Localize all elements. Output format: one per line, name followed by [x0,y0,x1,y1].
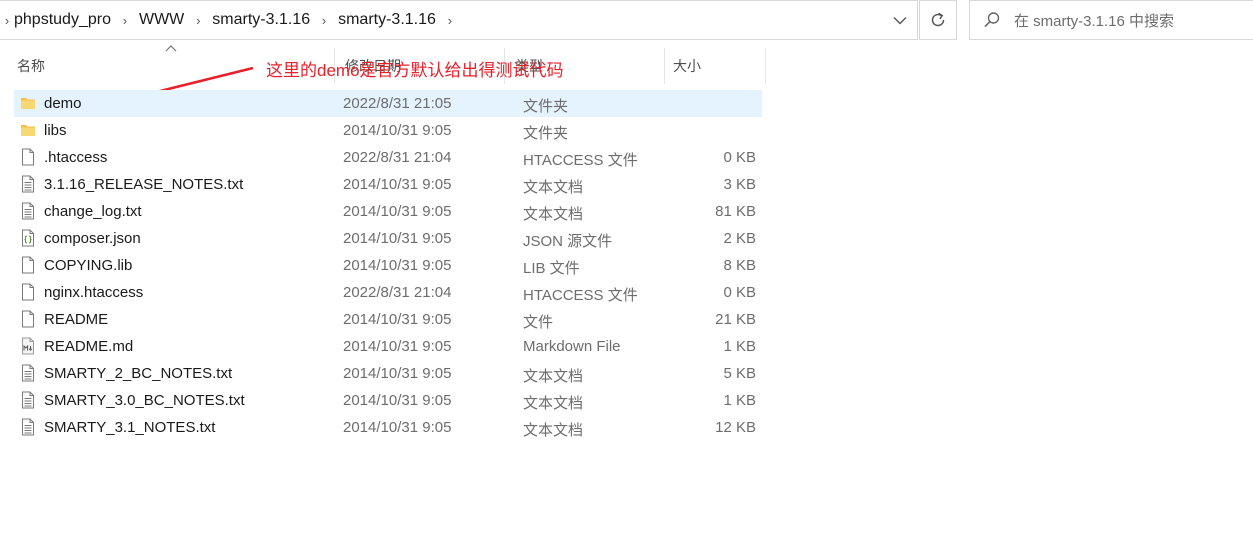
file-date: 2014/10/31 9:05 [343,365,452,382]
file-name: demo [44,95,82,112]
file-size: 21 KB [715,311,756,328]
file-date: 2014/10/31 9:05 [343,122,452,139]
chevron-right-icon[interactable]: › [184,13,212,28]
file-name: 3.1.16_RELEASE_NOTES.txt [44,176,244,193]
file-type: HTACCESS 文件 [523,152,638,169]
file-type: 文本文档 [523,179,584,196]
column-header-size[interactable]: 大小 [664,48,766,84]
breadcrumb-item[interactable]: WWW [139,11,184,29]
file-name: libs [44,122,67,139]
folder-icon [20,121,36,139]
file-date: 2014/10/31 9:05 [343,257,452,274]
breadcrumb-item[interactable]: smarty-3.1.16 [338,11,436,29]
file-size: 81 KB [715,203,756,220]
file-size: 5 KB [723,365,756,382]
file-icon [20,148,36,166]
file-row[interactable]: demo 2022/8/31 21:05 文件夹 [14,90,762,117]
file-type: LIB 文件 [523,260,580,277]
file-size: 1 KB [723,392,756,409]
chevron-right-icon[interactable]: › [0,13,14,28]
file-type: Markdown File [523,338,621,355]
file-size: 12 KB [715,419,756,436]
text-file-icon [20,364,36,382]
file-size: 3 KB [723,176,756,193]
file-type: JSON 源文件 [523,233,613,250]
file-size: 0 KB [723,284,756,301]
chevron-right-icon[interactable]: › [436,13,464,28]
file-date: 2014/10/31 9:05 [343,176,452,193]
file-row[interactable]: libs 2014/10/31 9:05 文件夹 [14,117,762,144]
file-icon [20,256,36,274]
file-size: 0 KB [723,149,756,166]
file-name: README [44,311,109,328]
file-name: nginx.htaccess [44,284,144,301]
text-file-icon [20,175,36,193]
search-icon [970,11,1014,29]
file-type: 文本文档 [523,206,584,223]
text-file-icon [20,418,36,436]
file-name: composer.json [44,230,141,247]
file-list: demo 2022/8/31 21:05 文件夹 libs 2014/10/31 9:0… [14,90,762,441]
file-icon [20,283,36,301]
markdown-file-icon [20,337,36,355]
file-row[interactable]: SMARTY_2_BC_NOTES.txt 2014/10/31 9:05 文本文档… [14,360,762,387]
file-row[interactable]: SMARTY_3.0_BC_NOTES.txt 2014/10/31 9:05 文本… [14,387,762,414]
address-dropdown-button[interactable] [883,1,917,39]
file-type: 文件夹 [523,98,569,115]
file-row[interactable]: README.md 2014/10/31 9:05 Markdown File 1 K… [14,333,762,360]
file-type: 文本文档 [523,395,584,412]
annotation-text: 这里的demo是官方默认给出得测试代码 [266,61,564,80]
column-headers: 名称 修改日期 类型 大小 [0,48,1253,84]
file-date: 2014/10/31 9:05 [343,338,452,355]
file-type: 文本文档 [523,422,584,439]
file-date: 2014/10/31 9:05 [343,230,452,247]
file-date: 2022/8/31 21:04 [343,149,452,166]
file-type: 文件 [523,314,554,331]
file-size: 8 KB [723,257,756,274]
file-date: 2014/10/31 9:05 [343,311,452,328]
refresh-button[interactable] [919,0,957,40]
file-row[interactable]: .htaccess 2022/8/31 21:04 HTACCESS 文件 0 KB [14,144,762,171]
file-date: 2022/8/31 21:04 [343,284,452,301]
chevron-down-icon [893,16,907,24]
file-date: 2022/8/31 21:05 [343,95,452,112]
file-name: README.md [44,338,134,355]
file-type: 文件夹 [523,125,569,142]
file-row[interactable]: nginx.htaccess 2022/8/31 21:04 HTACCESS 文件… [14,279,762,306]
address-bar[interactable]: › phpstudy_pro › WWW › smarty-3.1.16 › s… [0,0,918,40]
file-name: COPYING.lib [44,257,133,274]
folder-icon [20,94,36,112]
search-input[interactable]: 在 smarty-3.1.16 中搜索 [1014,10,1174,31]
text-file-icon [20,391,36,409]
file-name: SMARTY_3.1_NOTES.txt [44,419,216,436]
file-date: 2014/10/31 9:05 [343,203,452,220]
file-row[interactable]: COPYING.lib 2014/10/31 9:05 LIB 文件 8 KB [14,252,762,279]
file-icon [20,310,36,328]
chevron-right-icon[interactable]: › [111,13,139,28]
file-row[interactable]: change_log.txt 2014/10/31 9:05 文本文档 81 KB [14,198,762,225]
file-name: SMARTY_3.0_BC_NOTES.txt [44,392,245,409]
file-row[interactable]: composer.json 2014/10/31 9:05 JSON 源文件 2 KB [14,225,762,252]
json-file-icon [20,229,36,247]
file-type: HTACCESS 文件 [523,287,638,304]
file-type: 文本文档 [523,368,584,385]
chevron-right-icon[interactable]: › [310,13,338,28]
refresh-icon [931,12,945,27]
file-name: .htaccess [44,149,108,166]
breadcrumb-item[interactable]: smarty-3.1.16 [212,11,310,29]
file-name: change_log.txt [44,203,142,220]
file-row[interactable]: 3.1.16_RELEASE_NOTES.txt 2014/10/31 9:05 文… [14,171,762,198]
file-size: 2 KB [723,230,756,247]
breadcrumb-item[interactable]: phpstudy_pro [14,11,111,29]
search-box[interactable]: 在 smarty-3.1.16 中搜索 [969,0,1253,40]
file-name: SMARTY_2_BC_NOTES.txt [44,365,233,382]
file-size: 1 KB [723,338,756,355]
file-row[interactable]: SMARTY_3.1_NOTES.txt 2014/10/31 9:05 文本文档 1… [14,414,762,441]
toolbar: › phpstudy_pro › WWW › smarty-3.1.16 › s… [0,0,1253,42]
file-row[interactable]: README 2014/10/31 9:05 文件 21 KB [14,306,762,333]
file-date: 2014/10/31 9:05 [343,392,452,409]
file-date: 2014/10/31 9:05 [343,419,452,436]
text-file-icon [20,202,36,220]
